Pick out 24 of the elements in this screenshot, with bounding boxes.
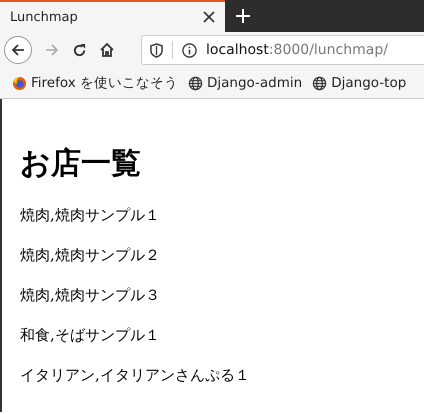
new-tab-icon[interactable]: [236, 9, 250, 23]
tab-title: Lunchmap: [10, 10, 78, 24]
bookmark-link[interactable]: Django-admin: [206, 75, 302, 91]
bookmark-link[interactable]: Django-top: [331, 75, 406, 91]
page-heading: お店一覧: [20, 145, 142, 183]
home-icon[interactable]: [99, 42, 115, 58]
firefox-icon: [12, 76, 27, 90]
shop-entry: イタリアン,イタリアンさんぷる１: [20, 365, 251, 386]
info-icon[interactable]: [182, 42, 197, 58]
shield-icon[interactable]: [150, 42, 163, 58]
browser-tab[interactable]: Lunchmap: [0, 0, 225, 32]
globe-icon: [188, 76, 203, 90]
reload-icon[interactable]: [72, 42, 87, 58]
address-bar[interactable]: localhost:8000/lunchmap/: [141, 35, 424, 65]
back-button[interactable]: [4, 36, 32, 64]
url-text: localhost:8000/lunchmap/: [206, 42, 388, 58]
shop-entry: 焼肉,焼肉サンプル１: [20, 205, 161, 226]
shop-entry: 焼肉,焼肉サンプル２: [20, 245, 161, 266]
close-icon[interactable]: [203, 11, 215, 23]
globe-icon: [312, 76, 328, 90]
shop-entry: 和食,そばサンプル１: [20, 325, 161, 346]
bookmark-link[interactable]: Firefox を使いこなそう: [31, 74, 178, 92]
shop-entry: 焼肉,焼肉サンプル３: [20, 285, 161, 306]
back-arrow-icon: [10, 42, 26, 58]
